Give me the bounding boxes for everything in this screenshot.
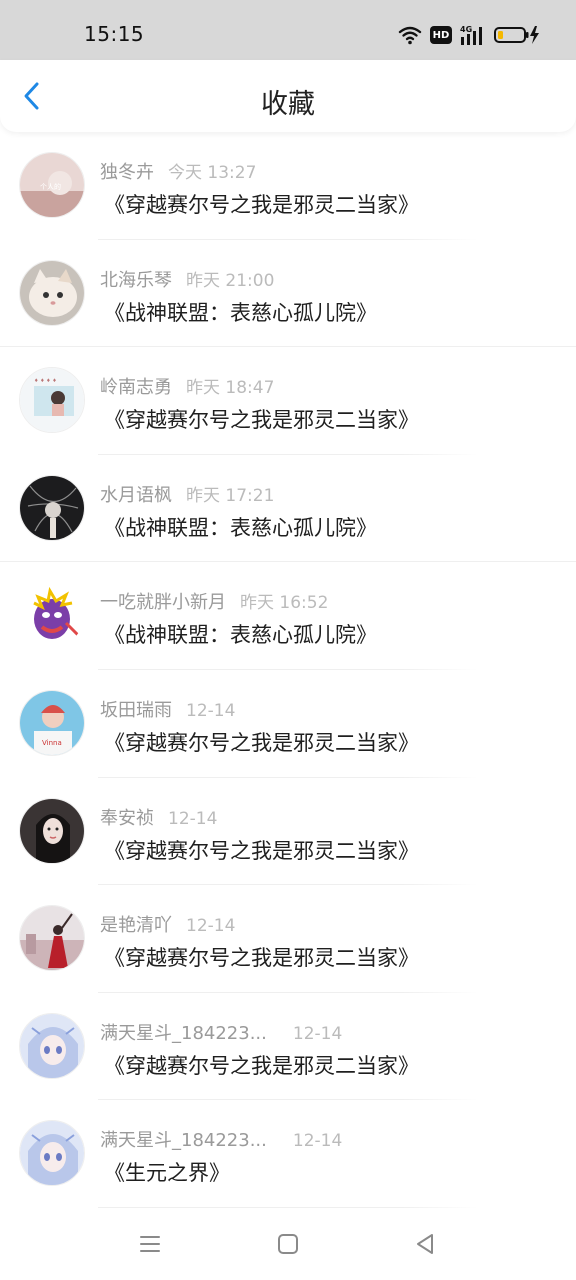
user-name: 岭南志勇: [100, 377, 172, 399]
menu-button[interactable]: [134, 1228, 166, 1260]
woman-avatar-icon: [19, 797, 85, 864]
page-title: 收藏: [261, 89, 315, 120]
wifi-icon: [398, 25, 422, 45]
list-item[interactable]: ♦ ♦ ♦ ♦ 岭南志勇 昨天 18:47 《穿越赛尔号之我是邪灵二当家》: [0, 347, 576, 455]
user-name: 满天星斗_184223...: [100, 1022, 267, 1044]
user-name: 满天星斗_184223...: [100, 1130, 267, 1152]
list-item[interactable]: 满天星斗_184223... 12-14 《穿越赛尔号之我是邪灵二当家》: [0, 993, 576, 1101]
anime-avatar-icon: [19, 1012, 85, 1079]
user-name: 奉安祯: [100, 807, 154, 829]
hd-badge: HD: [430, 26, 452, 44]
home-button[interactable]: [272, 1228, 304, 1260]
cartoon-avatar-icon: [19, 582, 85, 648]
timestamp: 昨天 16:52: [240, 593, 329, 614]
book-title: 《战神联盟：表慈心孤儿院》: [104, 300, 377, 325]
list-item[interactable]: 水月语枫 昨天 17:21 《战神联盟：表慈心孤儿院》: [0, 455, 576, 563]
signal-icon: 4G: [460, 24, 486, 46]
system-nav-bar: [0, 1208, 576, 1280]
svg-text:♦ ♦ ♦ ♦: ♦ ♦ ♦ ♦: [34, 378, 57, 384]
book-title: 《穿越赛尔号之我是邪灵二当家》: [104, 193, 419, 217]
boy-avatar-icon: Vinna: [19, 689, 85, 756]
list-item[interactable]: Vinna 坂田瑞雨 12-14 《穿越赛尔号之我是邪灵二当家》: [0, 670, 576, 778]
timestamp: 12-14: [168, 808, 218, 829]
list-item[interactable]: 个人的 独冬卉 今天 13:27 《穿越赛尔号之我是邪灵二当家》: [0, 132, 576, 240]
anime-avatar-icon: [19, 1120, 85, 1187]
book-title: 《穿越赛尔号之我是邪灵二当家》: [104, 946, 419, 971]
favorites-list: 个人的 独冬卉 今天 13:27 《穿越赛尔号之我是邪灵二当家》 北海乐琴 昨天 2…: [0, 132, 576, 1208]
dark-avatar-icon: [19, 474, 85, 541]
timestamp: 12-14: [186, 700, 236, 721]
timestamp: 12-14: [186, 916, 236, 937]
list-item[interactable]: 是艳清吖 12-14 《穿越赛尔号之我是邪灵二当家》: [0, 885, 576, 993]
book-title: 《穿越赛尔号之我是邪灵二当家》: [104, 408, 419, 433]
svg-text:个人的: 个人的: [40, 182, 61, 191]
list-item[interactable]: 一吃就胖小新月 昨天 16:52 《战神联盟：表慈心孤儿院》: [0, 562, 576, 670]
book-title: 《穿越赛尔号之我是邪灵二当家》: [104, 838, 419, 863]
user-name: 水月语枫: [100, 484, 172, 506]
cat-avatar-icon: [19, 259, 85, 326]
list-item[interactable]: 奉安祯 12-14 《穿越赛尔号之我是邪灵二当家》: [0, 778, 576, 886]
timestamp: 12-14: [292, 1023, 343, 1044]
menu-icon: [140, 1236, 160, 1252]
avatar-icon: 个人的: [19, 152, 85, 218]
svg-text:4G: 4G: [460, 25, 472, 34]
status-bar: 15:15 HD 4G: [0, 0, 576, 60]
back-triangle-icon: [417, 1234, 433, 1254]
book-title: 《生元之界》: [104, 1161, 230, 1186]
home-icon: [278, 1234, 298, 1254]
back-nav-button[interactable]: [409, 1228, 441, 1260]
timestamp: 今天 13:27: [168, 163, 257, 183]
user-name: 独冬卉: [100, 162, 154, 183]
user-name: 北海乐琴: [100, 269, 172, 291]
timestamp: 昨天 17:21: [186, 485, 275, 506]
timestamp: 12-14: [292, 1131, 343, 1152]
list-item[interactable]: 满天星斗_184223... 12-14 《生元之界》: [0, 1100, 576, 1208]
list-item[interactable]: 北海乐琴 昨天 21:00 《战神联盟：表慈心孤儿院》: [0, 240, 576, 348]
svg-text:Vinna: Vinna: [42, 739, 62, 747]
timestamp: 昨天 18:47: [186, 378, 275, 399]
header-bar: 收藏: [0, 60, 576, 132]
book-title: 《战神联盟：表慈心孤儿院》: [104, 515, 377, 540]
timestamp: 昨天 21:00: [186, 270, 275, 291]
user-name: 坂田瑞雨: [100, 699, 172, 721]
red-dress-avatar-icon: [19, 905, 85, 972]
girl-avatar-icon: ♦ ♦ ♦ ♦: [19, 367, 85, 434]
book-title: 《战神联盟：表慈心孤儿院》: [104, 623, 377, 648]
status-icons: HD 4G: [398, 22, 540, 48]
status-time: 15:15: [84, 22, 145, 46]
book-title: 《穿越赛尔号之我是邪灵二当家》: [104, 730, 419, 755]
book-title: 《穿越赛尔号之我是邪灵二当家》: [104, 1053, 419, 1078]
battery-icon: [494, 25, 540, 45]
user-name: 一吃就胖小新月: [100, 592, 226, 614]
user-name: 是艳清吖: [100, 915, 172, 937]
